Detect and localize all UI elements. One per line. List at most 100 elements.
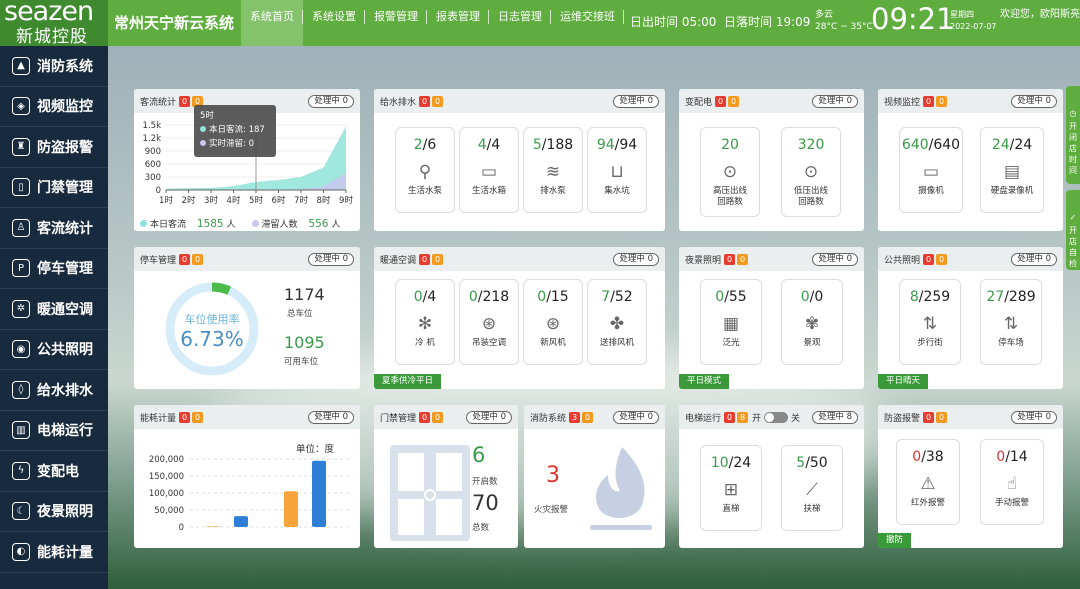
mode-tag[interactable]: 平日晴天 xyxy=(878,374,929,389)
tile-escalator[interactable]: 5/50 ⟋ 扶梯 xyxy=(781,445,843,531)
welcome-user[interactable]: 欢迎您，欧阳斯亮 xyxy=(1000,7,1080,22)
nav-shift[interactable]: 运维交接班 xyxy=(551,0,624,46)
pending-button[interactable]: 处理中 0 xyxy=(308,411,354,424)
pending-button[interactable]: 处理中 0 xyxy=(812,95,858,108)
legend-dot xyxy=(251,220,259,227)
legend-dot xyxy=(200,140,206,146)
right-tab-open-close[interactable]: ◷ 开闭店时间 xyxy=(1066,86,1080,184)
tile-exhaust-fan[interactable]: 7/52 ✤ 送排风机 xyxy=(587,279,647,365)
card-header: 停车管理 0 0 处理中 0 xyxy=(134,247,360,271)
pending-button[interactable]: 处理中 0 xyxy=(812,253,858,266)
pending-button[interactable]: 处理中 0 xyxy=(1011,411,1057,424)
mode-tag[interactable]: 撤防 xyxy=(878,533,912,548)
tile-total: /24 xyxy=(1009,137,1033,153)
nav-home[interactable]: 系统首页 xyxy=(241,0,303,46)
tile-floodlight[interactable]: 0/55 ▦ 泛光 xyxy=(700,279,762,365)
alarm-badge[interactable]: 0 xyxy=(419,411,431,423)
alarm-badge[interactable]: 0 xyxy=(715,95,727,107)
tile-infrared[interactable]: 0/38 ⚠ 红外报警 xyxy=(896,439,960,525)
warn-badge[interactable]: 0 xyxy=(936,253,948,265)
warn-badge[interactable]: 0 xyxy=(192,411,204,423)
warn-badge[interactable]: 0 xyxy=(432,253,444,265)
tile-drain-pump[interactable]: 5/188 ≋ 排水泵 xyxy=(523,127,583,213)
tile-chiller[interactable]: 0/4 ✻ 冷 机 xyxy=(395,279,455,365)
elevator-icon: ▥ xyxy=(12,421,30,440)
sidebar-item[interactable]: ◐ 能耗计量 xyxy=(0,532,108,573)
tile-total: /55 xyxy=(724,289,747,305)
tile-high-voltage[interactable]: 20 ⊙ 高压出线 回路数 xyxy=(700,127,760,217)
alarm-badge[interactable]: 0 xyxy=(923,253,935,265)
alarm-badge[interactable]: 0 xyxy=(179,253,191,265)
pending-button[interactable]: 处理中 0 xyxy=(613,411,659,424)
tile-camera[interactable]: 640/640 ▭ 摄像机 xyxy=(899,127,963,213)
elevator-toggle[interactable] xyxy=(764,411,789,423)
tile-fresh-air[interactable]: 0/15 ⊛ 新风机 xyxy=(523,279,583,365)
sunset: 日落时间 19:09 xyxy=(724,15,811,29)
alarm-badge[interactable]: 0 xyxy=(724,411,736,423)
nav-log[interactable]: 日志管理 xyxy=(489,0,551,46)
alarm-badge[interactable]: 0 xyxy=(923,411,935,423)
warn-badge[interactable]: 0 xyxy=(737,253,749,265)
pending-button[interactable]: 处理中 0 xyxy=(466,411,512,424)
alarm-badge[interactable]: 0 xyxy=(419,253,431,265)
tile-ceiling-ac[interactable]: 0/218 ⊛ 吊装空调 xyxy=(459,279,519,365)
tile-water-tank[interactable]: 4/4 ▭ 生活水箱 xyxy=(459,127,519,213)
sidebar-item[interactable]: ✲ 暖通空调 xyxy=(0,289,108,330)
fan-icon: ⊛ xyxy=(545,314,561,334)
sidebar-item[interactable]: ☾ 夜景照明 xyxy=(0,492,108,532)
mode-tag[interactable]: 平日模式 xyxy=(679,374,730,389)
warn-badge[interactable]: 0 xyxy=(936,411,948,423)
tile-sump[interactable]: 94/94 ⊔ 集水坑 xyxy=(587,127,647,213)
nav-alarm[interactable]: 报警管理 xyxy=(365,0,427,46)
warn-badge[interactable]: 8 xyxy=(737,411,749,423)
tile-manual-alarm[interactable]: 0/14 ☝ 手动报警 xyxy=(980,439,1044,525)
sidebar-item[interactable]: ◊ 给水排水 xyxy=(0,370,108,411)
card-theft-alarm: 防盗报警 0 0 处理中 0 0/38 ⚠ 红外报警 0/14 ☝ 手动报警 撤防 xyxy=(878,405,1063,548)
pending-button[interactable]: 处理中 0 xyxy=(308,95,354,108)
alarm-badge[interactable]: 0 xyxy=(724,253,736,265)
sidebar-item[interactable]: ϟ 变配电 xyxy=(0,451,108,492)
warn-badge[interactable]: 0 xyxy=(432,411,444,423)
tile-parking-light[interactable]: 27/289 ⇅ 停车场 xyxy=(980,279,1042,365)
tile-lift[interactable]: 10/24 ⊞ 直梯 xyxy=(700,445,762,531)
sidebar-item[interactable]: ▥ 电梯运行 xyxy=(0,411,108,451)
warn-badge[interactable]: 0 xyxy=(582,411,594,423)
alarm-badge[interactable]: 0 xyxy=(923,95,935,107)
alarm-badge[interactable]: 3 xyxy=(569,411,581,423)
warn-badge[interactable]: 0 xyxy=(728,95,740,107)
sidebar-item[interactable]: ♙ 客流统计 xyxy=(0,208,108,249)
pending-button[interactable]: 处理中 8 xyxy=(812,411,858,424)
warn-badge[interactable]: 0 xyxy=(432,95,444,107)
sidebar-item[interactable]: ♜ 防盗报警 xyxy=(0,127,108,168)
people-icon: ♙ xyxy=(12,218,30,237)
warn-badge[interactable]: 0 xyxy=(936,95,948,107)
pending-button[interactable]: 处理中 0 xyxy=(308,253,354,266)
tile-pedestrian-street[interactable]: 8/259 ⇅ 步行街 xyxy=(899,279,961,365)
mode-tag[interactable]: 夏季供冷平日 xyxy=(374,374,442,389)
pending-button[interactable]: 处理中 0 xyxy=(613,95,659,108)
sidebar-item[interactable]: ▯ 门禁管理 xyxy=(0,168,108,208)
sidebar-item[interactable]: P 停车管理 xyxy=(0,249,108,289)
palm-tree-icon: ✾ xyxy=(804,314,820,334)
sidebar: ▲ 消防系统 ◈ 视频监控 ♜ 防盗报警 ▯ 门禁管理 ♙ 客流统计 P 停车管理 ✲ 暖通空调 ◉ 公共照明… xyxy=(0,46,108,589)
alarm-badge[interactable]: 0 xyxy=(179,95,191,107)
right-tab-selfcheck[interactable]: ✓ 开店自检 xyxy=(1066,190,1080,270)
alarm-badge[interactable]: 0 xyxy=(419,95,431,107)
sidebar-item[interactable]: ◉ 公共照明 xyxy=(0,330,108,370)
alarm-badge[interactable]: 0 xyxy=(179,411,191,423)
tile-low-voltage[interactable]: 320 ⊙ 低压出线 回路数 xyxy=(781,127,841,217)
warn-badge[interactable]: 0 xyxy=(192,253,204,265)
tile-nvr[interactable]: 24/24 ▤ 硬盘录像机 xyxy=(980,127,1044,213)
tile-landscape[interactable]: 0/0 ✾ 景观 xyxy=(781,279,843,365)
sidebar-item-label: 视频监控 xyxy=(37,99,93,116)
nav-settings[interactable]: 系统设置 xyxy=(303,0,365,46)
sidebar-item[interactable]: ▲ 消防系统 xyxy=(0,46,108,87)
hvac-icon: ✲ xyxy=(12,299,30,318)
pending-button[interactable]: 处理中 0 xyxy=(613,253,659,266)
tile-water-pump[interactable]: 2/6 ⚲ 生活水泵 xyxy=(395,127,455,213)
pending-button[interactable]: 处理中 0 xyxy=(1011,95,1057,108)
pending-button[interactable]: 处理中 0 xyxy=(1011,253,1057,266)
tile-active: 5 xyxy=(532,137,542,153)
nav-report[interactable]: 报表管理 xyxy=(427,0,489,46)
sidebar-item[interactable]: ◈ 视频监控 xyxy=(0,87,108,127)
